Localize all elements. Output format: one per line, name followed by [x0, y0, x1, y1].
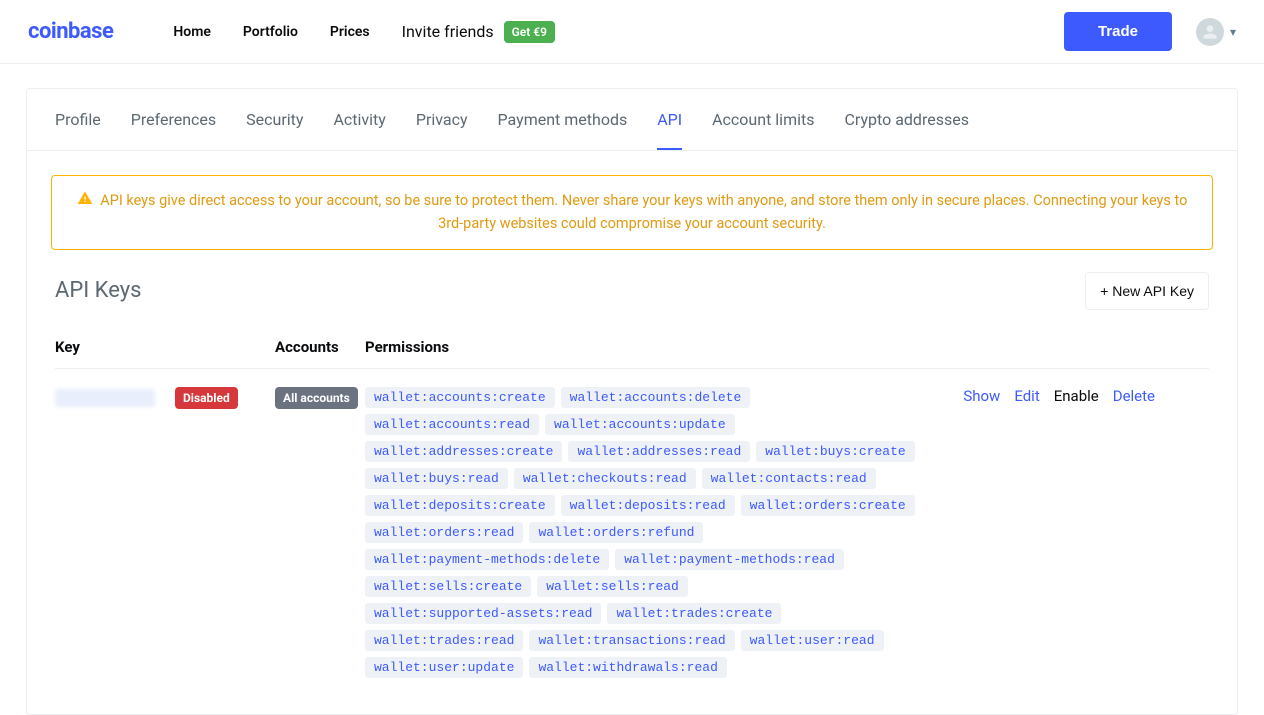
show-link[interactable]: Show — [963, 387, 1000, 405]
nav-home[interactable]: Home — [173, 24, 211, 40]
permission-tag: wallet:accounts:create — [365, 387, 555, 408]
get-reward-badge: Get €9 — [504, 21, 555, 43]
new-api-key-button[interactable]: + New API Key — [1085, 272, 1209, 310]
permission-tag: wallet:withdrawals:read — [529, 657, 726, 678]
permission-tag: wallet:accounts:delete — [561, 387, 751, 408]
permission-tag: wallet:payment-methods:read — [615, 549, 844, 570]
main-nav: Home Portfolio Prices Invite friends Get… — [173, 21, 555, 43]
page-title: API Keys — [55, 278, 142, 303]
avatar-icon — [1196, 18, 1224, 46]
permission-tag: wallet:addresses:create — [365, 441, 562, 462]
tab-preferences[interactable]: Preferences — [131, 90, 216, 149]
permission-tag: wallet:deposits:read — [561, 495, 735, 516]
tab-api[interactable]: API — [657, 90, 682, 149]
actions-cell: Show Edit Enable Delete — [925, 387, 1155, 405]
tab-privacy[interactable]: Privacy — [416, 90, 468, 149]
chevron-down-icon: ▾ — [1230, 25, 1236, 39]
permission-tag: wallet:trades:create — [607, 603, 781, 624]
permission-tag: wallet:deposits:create — [365, 495, 555, 516]
tab-security[interactable]: Security — [246, 90, 303, 149]
permission-tag: wallet:buys:read — [365, 468, 508, 489]
accounts-badge: All accounts — [275, 387, 358, 409]
permission-tag: wallet:checkouts:read — [514, 468, 696, 489]
key-cell: Disabled — [55, 387, 275, 409]
tab-activity[interactable]: Activity — [333, 90, 385, 149]
tab-payment-methods[interactable]: Payment methods — [498, 90, 628, 149]
permission-tag: wallet:accounts:read — [365, 414, 539, 435]
topbar: coinbase Home Portfolio Prices Invite fr… — [0, 0, 1264, 64]
permission-tag: wallet:supported-assets:read — [365, 603, 601, 624]
permission-tag: wallet:orders:read — [365, 522, 523, 543]
enable-link[interactable]: Enable — [1054, 387, 1099, 405]
tab-crypto-addresses[interactable]: Crypto addresses — [844, 90, 968, 149]
section-header: API Keys + New API Key — [27, 250, 1237, 320]
permission-tag: wallet:transactions:read — [529, 630, 734, 651]
nav-invite-friends[interactable]: Invite friends Get €9 — [402, 21, 555, 43]
nav-prices[interactable]: Prices — [330, 24, 370, 40]
permission-tag: wallet:trades:read — [365, 630, 523, 651]
permission-tag: wallet:user:update — [365, 657, 523, 678]
status-badge: Disabled — [175, 387, 238, 409]
col-actions — [925, 338, 1155, 356]
table-header: Key Accounts Permissions — [55, 320, 1209, 369]
permission-tag: wallet:sells:create — [365, 576, 531, 597]
permission-tag: wallet:contacts:read — [702, 468, 876, 489]
delete-link[interactable]: Delete — [1113, 387, 1155, 405]
settings-card: Profile Preferences Security Activity Pr… — [26, 88, 1238, 715]
trade-button[interactable]: Trade — [1064, 12, 1172, 51]
edit-link[interactable]: Edit — [1014, 387, 1039, 405]
permission-tag: wallet:user:read — [741, 630, 884, 651]
api-keys-table: Key Accounts Permissions Disabled All ac… — [27, 320, 1237, 714]
api-key-obscured — [55, 389, 155, 407]
col-permissions: Permissions — [365, 338, 925, 356]
permission-tag: wallet:payment-methods:delete — [365, 549, 609, 570]
permission-tag: wallet:orders:refund — [529, 522, 703, 543]
permission-tag: wallet:sells:read — [537, 576, 688, 597]
account-menu[interactable]: ▾ — [1196, 18, 1236, 46]
tab-profile[interactable]: Profile — [55, 90, 101, 149]
accounts-cell: All accounts — [275, 387, 365, 409]
permission-tag: wallet:addresses:read — [568, 441, 750, 462]
api-warning-alert: API keys give direct access to your acco… — [51, 175, 1213, 250]
table-row: Disabled All accounts wallet:accounts:cr… — [55, 369, 1209, 690]
nav-portfolio[interactable]: Portfolio — [243, 24, 298, 40]
permission-tag: wallet:accounts:update — [545, 414, 735, 435]
nav-invite-label: Invite friends — [402, 22, 494, 41]
tab-account-limits[interactable]: Account limits — [712, 90, 814, 149]
warning-icon — [77, 190, 93, 213]
settings-tabs: Profile Preferences Security Activity Pr… — [27, 89, 1237, 151]
brand-logo[interactable]: coinbase — [28, 19, 113, 44]
permission-tag: wallet:buys:create — [756, 441, 914, 462]
alert-text: API keys give direct access to your acco… — [100, 192, 1187, 232]
permissions-cell: wallet:accounts:create wallet:accounts:de… — [365, 387, 925, 678]
col-accounts: Accounts — [275, 338, 365, 356]
col-key: Key — [55, 338, 275, 356]
permission-tag: wallet:orders:create — [741, 495, 915, 516]
